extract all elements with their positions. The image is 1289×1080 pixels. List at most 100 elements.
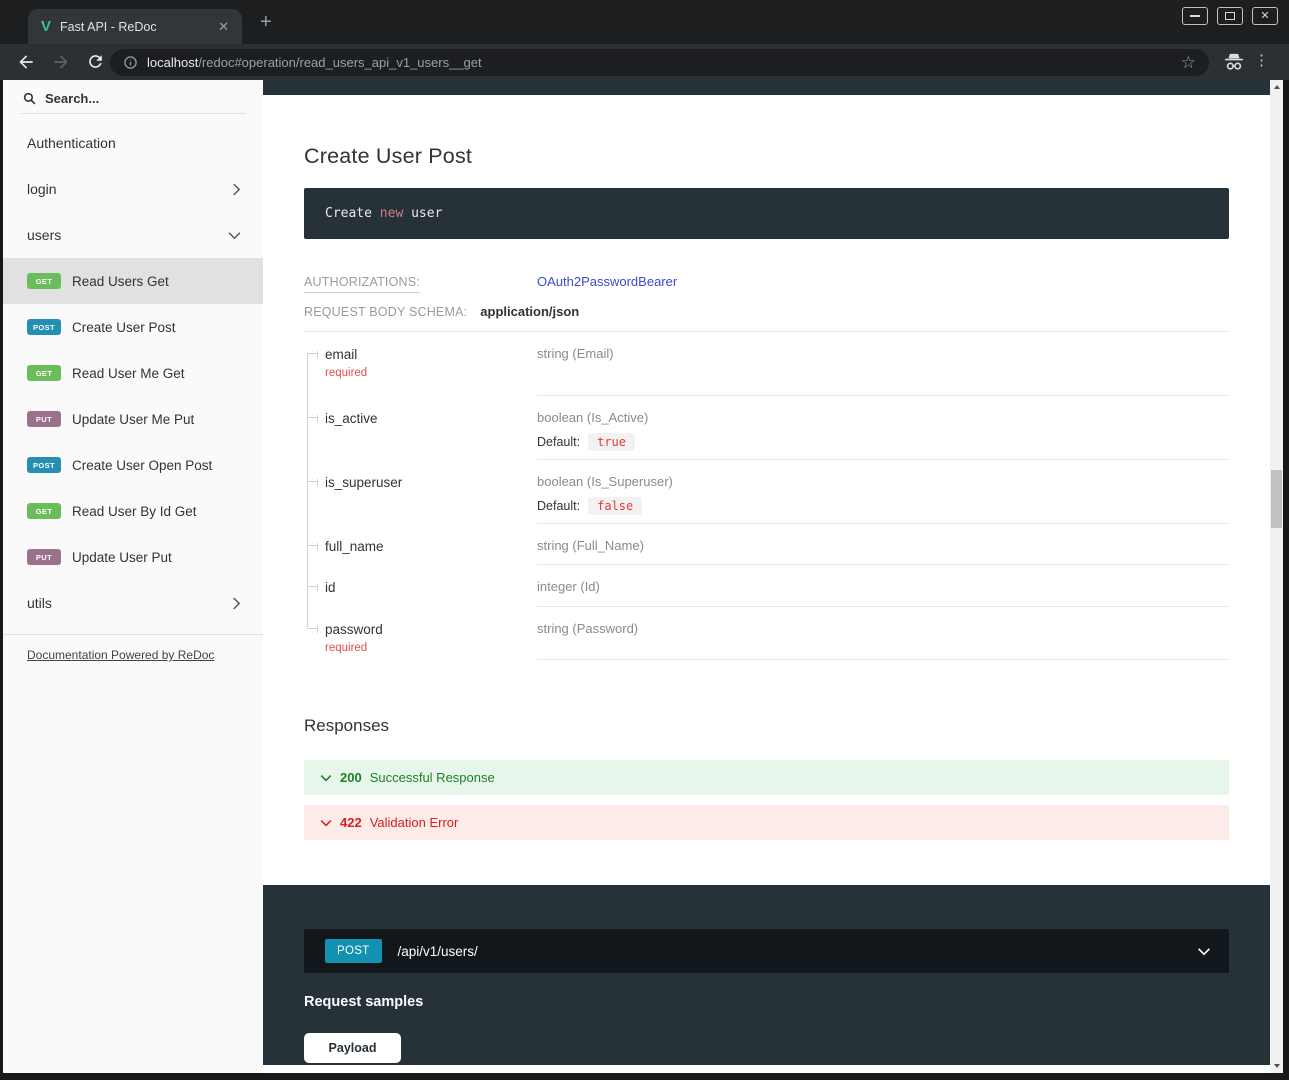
- field-type: string (Email): [537, 346, 1229, 361]
- default-value-chip: true: [588, 433, 635, 451]
- sidebar-item-read-users-get[interactable]: GET Read Users Get: [3, 258, 263, 304]
- required-label: required: [325, 642, 537, 654]
- default-label: Default:: [537, 435, 580, 449]
- response-code: 422: [340, 815, 362, 830]
- response-code: 200: [340, 770, 362, 785]
- sidebar-item-create-user-open-post[interactable]: POST Create User Open Post: [3, 442, 263, 488]
- operation-label: Update User Put: [72, 550, 172, 565]
- minimize-icon: [1190, 15, 1200, 17]
- sidebar-item-update-user-put[interactable]: PUT Update User Put: [3, 534, 263, 580]
- method-badge-post: POST: [27, 319, 61, 335]
- operation-label: Update User Me Put: [72, 412, 194, 427]
- field-type: boolean (Is_Active): [537, 410, 1229, 425]
- vertical-scrollbar[interactable]: [1270, 80, 1283, 1073]
- tree-connector: [307, 586, 318, 587]
- sidebar-item-authentication[interactable]: Authentication: [3, 120, 263, 166]
- response-200-panel[interactable]: 200 Successful Response: [304, 760, 1229, 795]
- info-icon[interactable]: [123, 55, 138, 70]
- sidebar-item-label: utils: [27, 595, 52, 611]
- endpoint-dropdown[interactable]: POST /api/v1/users/: [304, 929, 1229, 973]
- field-type: boolean (Is_Superuser): [537, 474, 1229, 489]
- samples-panel: POST /api/v1/users/ Request samples Payl…: [263, 885, 1270, 1065]
- tree-connector: [307, 481, 318, 482]
- browser-menu-icon[interactable]: ⋮: [1254, 51, 1269, 69]
- browser-tab[interactable]: V Fast API - ReDoc ✕: [28, 9, 242, 44]
- method-badge-put: PUT: [27, 549, 61, 565]
- minimize-button[interactable]: [1182, 7, 1208, 25]
- main-content: Create User Post Create new user AUTHORI…: [263, 80, 1270, 1073]
- close-button[interactable]: ✕: [1252, 7, 1278, 25]
- new-tab-button[interactable]: +: [260, 11, 272, 34]
- responses-title: Responses: [304, 716, 1229, 736]
- request-body-schema-label: REQUEST BODY SCHEMA:: [304, 305, 467, 319]
- redoc-credit-link[interactable]: Documentation Powered by ReDoc: [27, 648, 214, 662]
- tree-connector: [307, 628, 318, 629]
- field-type: integer (Id): [537, 579, 1229, 594]
- chevron-right-icon: [232, 597, 241, 610]
- field-name: is_active: [325, 411, 378, 426]
- sidebar: Authentication login users GET Read User…: [3, 80, 263, 1073]
- scrollbar-thumb[interactable]: [1271, 470, 1282, 528]
- scroll-up-icon[interactable]: [1270, 80, 1283, 94]
- window-controls: ✕: [1182, 7, 1278, 25]
- sidebar-item-read-user-me-get[interactable]: GET Read User Me Get: [3, 350, 263, 396]
- sidebar-item-label: users: [27, 227, 61, 243]
- response-422-panel[interactable]: 422 Validation Error: [304, 805, 1229, 840]
- tab-title: Fast API - ReDoc: [60, 20, 206, 34]
- sidebar-item-create-user-post[interactable]: POST Create User Post: [3, 304, 263, 350]
- search-input[interactable]: [45, 91, 243, 106]
- chevron-down-icon: [1197, 947, 1211, 956]
- field-row-password: password required string (Password): [304, 607, 1229, 660]
- sidebar-item-read-user-by-id-get[interactable]: GET Read User By Id Get: [3, 488, 263, 534]
- chevron-down-icon: [320, 774, 332, 782]
- required-label: required: [325, 367, 537, 379]
- forward-icon: [51, 52, 71, 72]
- method-badge-post: POST: [27, 457, 61, 473]
- field-type: string (Password): [537, 621, 1229, 636]
- tab-payload[interactable]: Payload: [304, 1033, 401, 1063]
- url-text: localhost/redoc#operation/read_users_api…: [147, 55, 482, 70]
- browser-toolbar: localhost/redoc#operation/read_users_api…: [0, 44, 1289, 80]
- reload-icon[interactable]: [86, 52, 105, 71]
- field-row-id: id integer (Id): [304, 565, 1229, 607]
- url-bar[interactable]: localhost/redoc#operation/read_users_api…: [110, 49, 1209, 76]
- tree-connector: [307, 545, 318, 546]
- field-row-is-superuser: is_superuser boolean (Is_Superuser) Defa…: [304, 460, 1229, 524]
- default-label: Default:: [537, 499, 580, 513]
- code-keyword: new: [380, 206, 403, 221]
- field-name: email: [325, 347, 357, 362]
- operation-label: Create User Post: [72, 320, 176, 335]
- field-name: full_name: [325, 539, 384, 554]
- method-badge-get: GET: [27, 273, 61, 289]
- endpoint-path: /api/v1/users/: [398, 944, 478, 959]
- operation-label: Read User Me Get: [72, 366, 185, 381]
- operation-description-code: Create new user: [304, 188, 1229, 239]
- method-badge-put: PUT: [27, 411, 61, 427]
- response-label: Validation Error: [370, 815, 459, 830]
- operation-label: Read Users Get: [72, 274, 169, 289]
- maximize-icon: [1225, 12, 1235, 20]
- field-name: password: [325, 622, 383, 637]
- scroll-down-icon[interactable]: [1270, 1059, 1283, 1073]
- operation-label: Create User Open Post: [72, 458, 212, 473]
- field-row-full-name: full_name string (Full_Name): [304, 524, 1229, 565]
- request-body-media-type: application/json: [480, 304, 579, 319]
- default-value-chip: false: [588, 497, 642, 515]
- sidebar-item-login[interactable]: login: [3, 166, 263, 212]
- vite-favicon-icon: V: [41, 19, 51, 34]
- oauth2-password-bearer-link[interactable]: OAuth2PasswordBearer: [537, 274, 677, 289]
- post-method-badge: POST: [325, 939, 382, 963]
- tab-close-icon[interactable]: ✕: [215, 19, 232, 35]
- search-box[interactable]: [20, 80, 246, 114]
- sidebar-item-utils[interactable]: utils: [3, 580, 263, 626]
- back-icon[interactable]: [16, 52, 36, 72]
- maximize-button[interactable]: [1217, 7, 1243, 25]
- bookmark-star-icon[interactable]: ☆: [1181, 54, 1196, 71]
- operation-label: Read User By Id Get: [72, 504, 197, 519]
- authorizations-label: AUTHORIZATIONS:: [304, 275, 420, 293]
- incognito-icon: [1223, 52, 1245, 72]
- request-samples-title: Request samples: [304, 994, 1229, 1010]
- sidebar-item-users[interactable]: users: [3, 212, 263, 258]
- sidebar-item-update-user-me-put[interactable]: PUT Update User Me Put: [3, 396, 263, 442]
- browser-titlebar: V Fast API - ReDoc ✕ + ✕: [0, 0, 1289, 44]
